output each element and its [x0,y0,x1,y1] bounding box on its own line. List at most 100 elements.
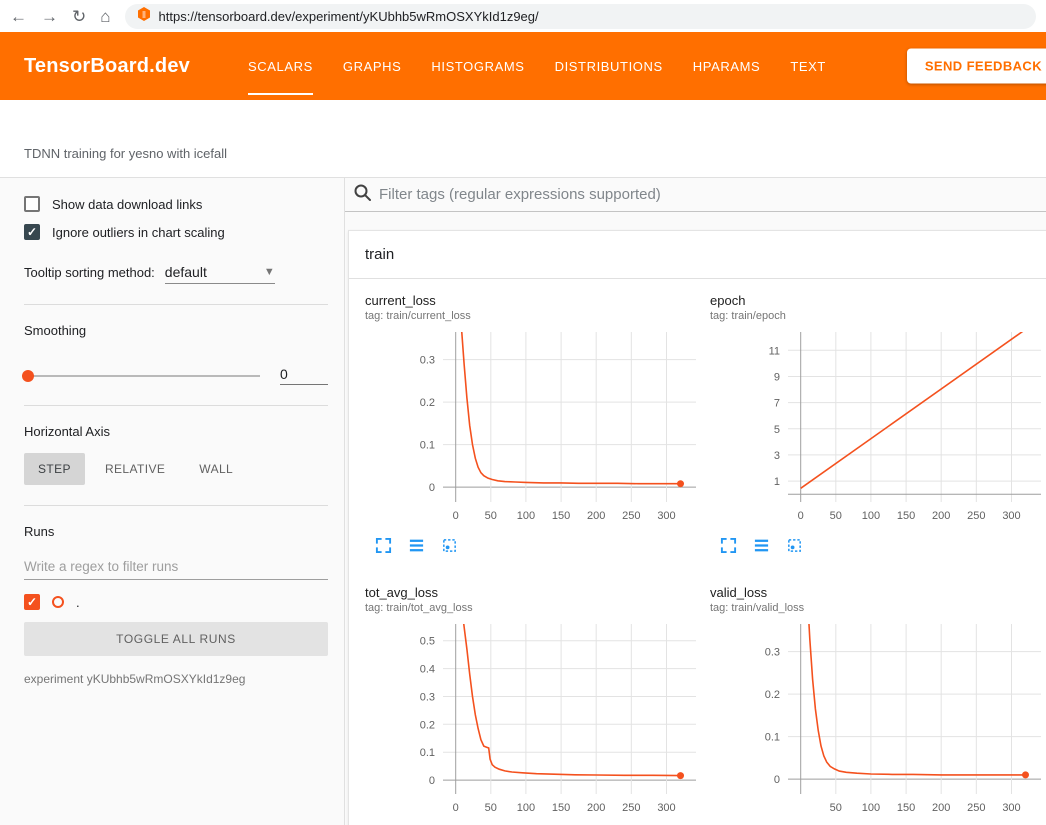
log-scale-icon[interactable] [408,537,425,559]
tab-scalars[interactable]: SCALARS [248,32,313,100]
svg-text:0.3: 0.3 [420,355,435,367]
settings-sidebar: Show data download links Ignore outliers… [0,178,345,825]
svg-text:0.3: 0.3 [765,647,780,659]
runs-filter-input[interactable] [24,553,328,580]
horizontal-axis-label: Horizontal Axis [24,424,328,439]
svg-text:0.2: 0.2 [420,397,435,409]
svg-text:100: 100 [517,802,535,814]
chart-title: tot_avg_loss [365,585,700,600]
search-icon [353,183,371,206]
svg-text:0.1: 0.1 [420,747,435,759]
svg-text:0.2: 0.2 [765,689,780,701]
scalars-main-panel: train current_loss tag: train/current_lo… [345,178,1046,825]
fullscreen-icon[interactable] [375,537,392,559]
chart-tot-avg-loss: tot_avg_loss tag: train/tot_avg_loss 0 0.… [365,585,700,825]
line-chart[interactable]: 00.10.20.30.40.5050100150200250300 [365,618,700,820]
tab-histograms[interactable]: HISTOGRAMS [431,32,524,100]
tab-hparams[interactable]: HPARAMS [693,32,761,100]
svg-text:150: 150 [897,802,915,814]
svg-text:0.2: 0.2 [420,719,435,731]
line-chart[interactable]: 00.10.20.350100150200250300 [710,618,1045,820]
show-download-links-checkbox[interactable]: Show data download links [24,196,328,212]
line-chart[interactable]: 00.10.20.3050100150200250300 [365,326,700,528]
chart-tag: tag: train/current_loss [365,310,700,322]
svg-text:50: 50 [830,802,842,814]
fit-domain-icon[interactable] [786,537,803,559]
svg-text:0.1: 0.1 [420,440,435,452]
site-favicon-icon [137,7,151,26]
slider-thumb[interactable] [22,370,34,382]
svg-text:0.3: 0.3 [420,692,435,704]
chart-title: valid_loss [710,585,1045,600]
chart-title: current_loss [365,293,700,308]
svg-text:0: 0 [429,775,435,787]
svg-text:100: 100 [517,510,535,522]
svg-text:300: 300 [1002,510,1020,522]
svg-text:150: 150 [897,510,915,522]
chart-title: epoch [710,293,1045,308]
fullscreen-icon[interactable] [720,537,737,559]
svg-text:50: 50 [485,510,497,522]
axis-wall-button[interactable]: WALL [185,453,247,485]
svg-text:9: 9 [774,372,780,384]
tab-text[interactable]: TEXT [790,32,826,100]
checkbox-unchecked-icon [24,196,40,212]
browser-toolbar: ← → ↻ ⌂ https://tensorboard.dev/experime… [0,0,1046,32]
chart-tag: tag: train/tot_avg_loss [365,602,700,614]
smoothing-value-input[interactable] [280,366,328,385]
app-header: TensorBoard.dev SCALARS GRAPHS HISTOGRAM… [0,32,1046,100]
svg-text:0: 0 [774,774,780,786]
svg-text:3: 3 [774,450,780,462]
back-icon[interactable]: ← [10,8,27,25]
train-section-card: train current_loss tag: train/current_lo… [348,230,1046,825]
svg-text:300: 300 [657,802,675,814]
run-color-swatch-icon [52,596,64,608]
svg-text:50: 50 [830,510,842,522]
address-bar[interactable]: https://tensorboard.dev/experiment/yKUbh… [125,4,1036,29]
charts-grid: current_loss tag: train/current_loss 0 0.… [349,279,1046,825]
reload-icon[interactable]: ↻ [72,8,86,25]
tab-graphs[interactable]: GRAPHS [343,32,402,100]
axis-relative-button[interactable]: RELATIVE [91,453,179,485]
svg-text:0: 0 [429,482,435,494]
app-logo[interactable]: TensorBoard.dev [24,55,190,78]
tooltip-sorting-label: Tooltip sorting method: [24,265,155,280]
svg-text:200: 200 [932,802,950,814]
smoothing-slider[interactable] [24,375,260,377]
divider [24,505,328,506]
run-list-item[interactable]: . [24,594,328,610]
svg-text:250: 250 [967,510,985,522]
tag-filter-input[interactable] [379,186,1038,203]
runs-label: Runs [24,524,328,539]
run-name: . [76,595,80,610]
toggle-all-runs-button[interactable]: TOGGLE ALL RUNS [24,622,328,656]
fit-domain-icon[interactable] [441,537,458,559]
send-feedback-button[interactable]: SEND FEEDBACK [907,49,1046,84]
tooltip-sorting-dropdown[interactable]: default ▼ [165,264,275,284]
ignore-outliers-checkbox[interactable]: Ignore outliers in chart scaling [24,224,328,240]
line-chart[interactable]: 1357911050100150200250300 [710,326,1045,528]
svg-text:0: 0 [453,510,459,522]
divider [24,304,328,305]
chart-valid-loss: valid_loss tag: train/valid_loss 00.10.2… [710,585,1045,825]
tab-distributions[interactable]: DISTRIBUTIONS [555,32,663,100]
chart-toolbar [375,537,700,559]
svg-text:200: 200 [587,802,605,814]
forward-icon[interactable]: → [41,8,58,25]
chart-tag: tag: train/valid_loss [710,602,1045,614]
svg-text:0.5: 0.5 [420,636,435,648]
svg-text:200: 200 [932,510,950,522]
svg-text:300: 300 [1002,802,1020,814]
svg-text:0.4: 0.4 [420,664,435,676]
log-scale-icon[interactable] [753,537,770,559]
svg-text:100: 100 [862,802,880,814]
run-checkbox-icon[interactable] [24,594,40,610]
svg-text:11: 11 [769,345,780,357]
home-icon[interactable]: ⌂ [100,8,110,25]
section-title[interactable]: train [349,231,1046,279]
svg-text:150: 150 [552,510,570,522]
axis-step-button[interactable]: STEP [24,453,85,485]
chevron-down-icon: ▼ [264,266,275,278]
chart-epoch: epoch tag: train/epoch 13579110501001502… [710,293,1045,559]
svg-text:0: 0 [798,510,804,522]
